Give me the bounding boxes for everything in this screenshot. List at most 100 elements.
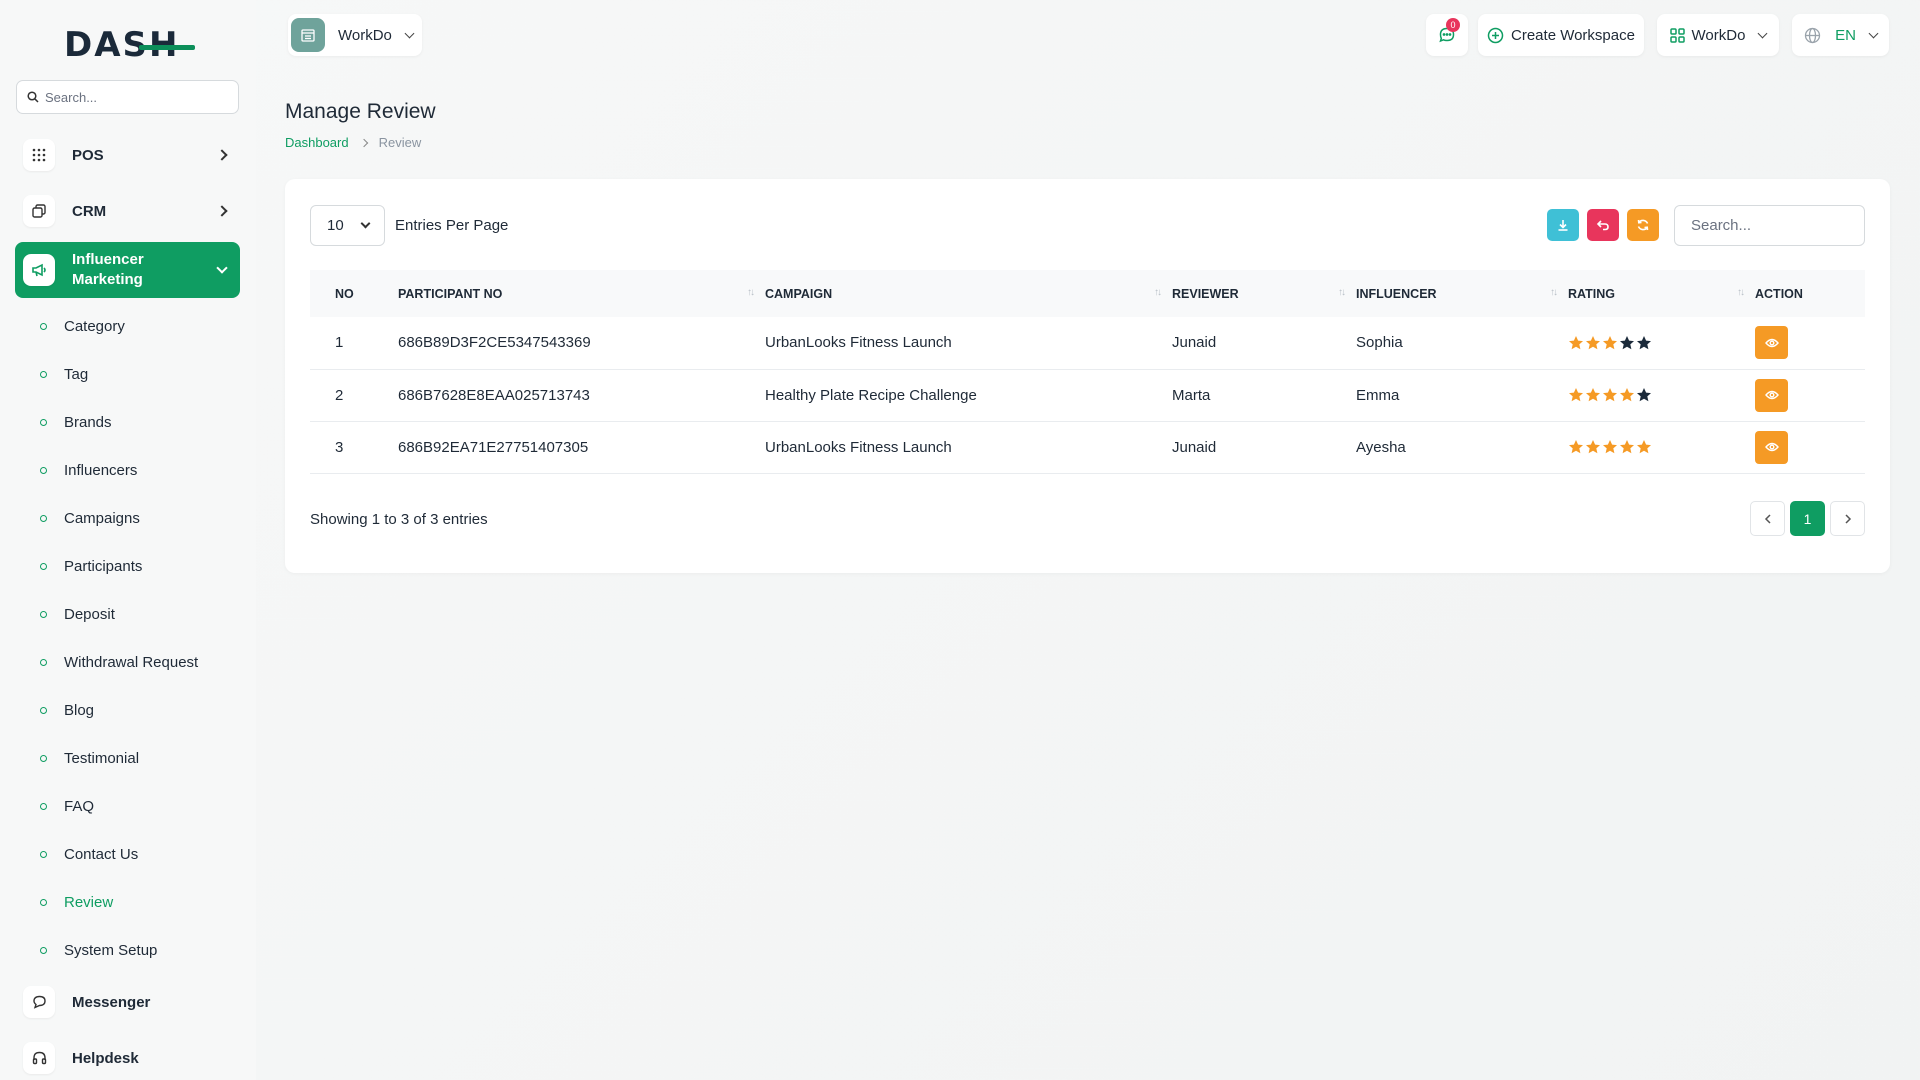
view-button[interactable] bbox=[1755, 431, 1788, 464]
sidebar-subitem-testimonial[interactable]: Testimonial bbox=[40, 746, 139, 770]
sidebar-item-influencer-marketing[interactable]: Influencer Marketing bbox=[15, 242, 240, 298]
sidebar-subitem-category[interactable]: Category bbox=[40, 314, 125, 338]
sidebar-subitem-deposit[interactable]: Deposit bbox=[40, 602, 115, 626]
undo-icon bbox=[1596, 218, 1610, 232]
table-search-input[interactable] bbox=[1674, 205, 1865, 246]
chevron-down-icon bbox=[1758, 28, 1768, 38]
star-rating bbox=[1568, 439, 1755, 455]
sidebar-subitem-label: Contact Us bbox=[64, 846, 138, 863]
chevron-right-icon bbox=[216, 205, 227, 216]
sidebar-item-crm[interactable]: CRM bbox=[15, 187, 240, 235]
sort-icon: ↑↓ bbox=[747, 287, 753, 298]
sidebar-subitem-label: Influencers bbox=[64, 462, 137, 479]
cell-campaign: Healthy Plate Recipe Challenge bbox=[765, 369, 1172, 421]
star-empty-icon bbox=[1636, 387, 1652, 403]
chat-icon bbox=[23, 986, 55, 1018]
pagination-page-1[interactable]: 1 bbox=[1790, 501, 1825, 536]
cell-action bbox=[1755, 421, 1865, 473]
sidebar-subitem-label: System Setup bbox=[64, 942, 157, 959]
create-workspace-button[interactable]: Create Workspace bbox=[1478, 14, 1644, 56]
refresh-icon bbox=[1636, 218, 1650, 232]
column-header-reviewer[interactable]: Reviewer↑↓ bbox=[1172, 270, 1356, 317]
sort-icon: ↑↓ bbox=[1154, 287, 1160, 298]
headset-icon bbox=[23, 1042, 55, 1074]
star-filled-icon bbox=[1568, 439, 1584, 455]
sidebar-subitem-label: Withdrawal Request bbox=[64, 654, 198, 671]
sidebar-subitem-label: FAQ bbox=[64, 798, 94, 815]
bullet-icon bbox=[40, 707, 47, 714]
cell-action bbox=[1755, 369, 1865, 421]
notifications-button[interactable]: 0 bbox=[1426, 14, 1468, 56]
column-header-campaign[interactable]: Campaign↑↓ bbox=[765, 270, 1172, 317]
table-row: 2686B7628E8EAA025713743Healthy Plate Rec… bbox=[310, 369, 1865, 421]
sidebar-item-label: CRM bbox=[72, 203, 218, 220]
pagination-next-button[interactable] bbox=[1830, 501, 1865, 536]
logo-accent-bar bbox=[139, 45, 195, 50]
sidebar-item-pos[interactable]: POS bbox=[15, 131, 240, 179]
sidebar-item-label: Helpdesk bbox=[72, 1050, 240, 1067]
download-button[interactable] bbox=[1547, 209, 1579, 241]
chevron-down-icon bbox=[404, 28, 414, 38]
workspace-switcher[interactable]: WorkDo bbox=[288, 14, 422, 56]
workspace-menu-button[interactable]: WorkDo bbox=[1657, 14, 1779, 56]
brand-logo[interactable]: DASH bbox=[64, 28, 195, 62]
sidebar-subitem-brands[interactable]: Brands bbox=[40, 410, 112, 434]
sidebar-subitem-label: Campaigns bbox=[64, 510, 140, 527]
sort-icon: ↑↓ bbox=[1737, 287, 1743, 298]
sidebar-subitem-participants[interactable]: Participants bbox=[40, 554, 142, 578]
view-button[interactable] bbox=[1755, 326, 1788, 359]
sidebar-subitem-system-setup[interactable]: System Setup bbox=[40, 938, 157, 962]
breadcrumb-dashboard-link[interactable]: Dashboard bbox=[285, 135, 349, 150]
entries-per-page-label: Entries Per Page bbox=[395, 217, 508, 234]
cell-reviewer: Marta bbox=[1172, 369, 1356, 421]
reset-button[interactable] bbox=[1587, 209, 1619, 241]
sidebar-subitem-contact-us[interactable]: Contact Us bbox=[40, 842, 138, 866]
cell-no: 2 bbox=[310, 369, 398, 421]
language-selector[interactable]: EN bbox=[1792, 14, 1889, 56]
sidebar-item-label: Messenger bbox=[72, 994, 240, 1011]
refresh-button[interactable] bbox=[1627, 209, 1659, 241]
sidebar-subitem-label: Deposit bbox=[64, 606, 115, 623]
bullet-icon bbox=[40, 899, 47, 906]
bullet-icon bbox=[40, 467, 47, 474]
pagination-prev-button[interactable] bbox=[1750, 501, 1785, 536]
star-filled-icon bbox=[1636, 439, 1652, 455]
sidebar-subitem-influencers[interactable]: Influencers bbox=[40, 458, 137, 482]
column-label: Reviewer bbox=[1172, 287, 1239, 301]
bullet-icon bbox=[40, 611, 47, 618]
entries-per-page-select[interactable]: 10 bbox=[310, 205, 385, 246]
download-icon bbox=[1556, 218, 1570, 232]
sidebar-subitem-faq[interactable]: FAQ bbox=[40, 794, 94, 818]
globe-icon bbox=[1804, 27, 1821, 44]
view-button[interactable] bbox=[1755, 379, 1788, 412]
cell-rating bbox=[1568, 317, 1755, 369]
chevron-down-icon bbox=[1868, 28, 1878, 38]
column-header-rating[interactable]: Rating↑↓ bbox=[1568, 270, 1755, 317]
cell-rating bbox=[1568, 421, 1755, 473]
cell-influencer: Ayesha bbox=[1356, 421, 1568, 473]
sidebar-item-messenger[interactable]: Messenger bbox=[15, 978, 240, 1026]
sidebar-subitem-campaigns[interactable]: Campaigns bbox=[40, 506, 140, 530]
sidebar-subitem-blog[interactable]: Blog bbox=[40, 698, 94, 722]
building-icon bbox=[291, 18, 325, 52]
review-table-card: 10 Entries Per Page No Participant No↑↓ … bbox=[285, 179, 1890, 573]
sidebar-subitem-label: Category bbox=[64, 318, 125, 335]
column-header-participant-no[interactable]: Participant No↑↓ bbox=[398, 270, 765, 317]
column-header-influencer[interactable]: Influencer↑↓ bbox=[1356, 270, 1568, 317]
sidebar-subitem-withdrawal-request[interactable]: Withdrawal Request bbox=[40, 650, 198, 674]
sidebar-subitem-label: Blog bbox=[64, 702, 94, 719]
sidebar-subitem-review[interactable]: Review bbox=[40, 890, 113, 914]
star-filled-icon bbox=[1602, 387, 1618, 403]
star-filled-icon bbox=[1619, 387, 1635, 403]
chevron-right-icon bbox=[1844, 514, 1852, 524]
review-table: No Participant No↑↓ Campaign↑↓ Reviewer↑… bbox=[310, 270, 1865, 474]
sidebar-subitem-tag[interactable]: Tag bbox=[40, 362, 88, 386]
sidebar-item-helpdesk[interactable]: Helpdesk bbox=[15, 1034, 240, 1080]
workspace-menu-label: WorkDo bbox=[1692, 27, 1746, 44]
eye-icon bbox=[1765, 442, 1779, 452]
star-empty-icon bbox=[1619, 335, 1635, 351]
table-row: 1686B89D3F2CE5347543369UrbanLooks Fitnes… bbox=[310, 317, 1865, 369]
chevron-down-icon bbox=[360, 219, 370, 229]
workspace-label: WorkDo bbox=[338, 27, 392, 44]
sidebar-search-input[interactable] bbox=[45, 90, 225, 105]
